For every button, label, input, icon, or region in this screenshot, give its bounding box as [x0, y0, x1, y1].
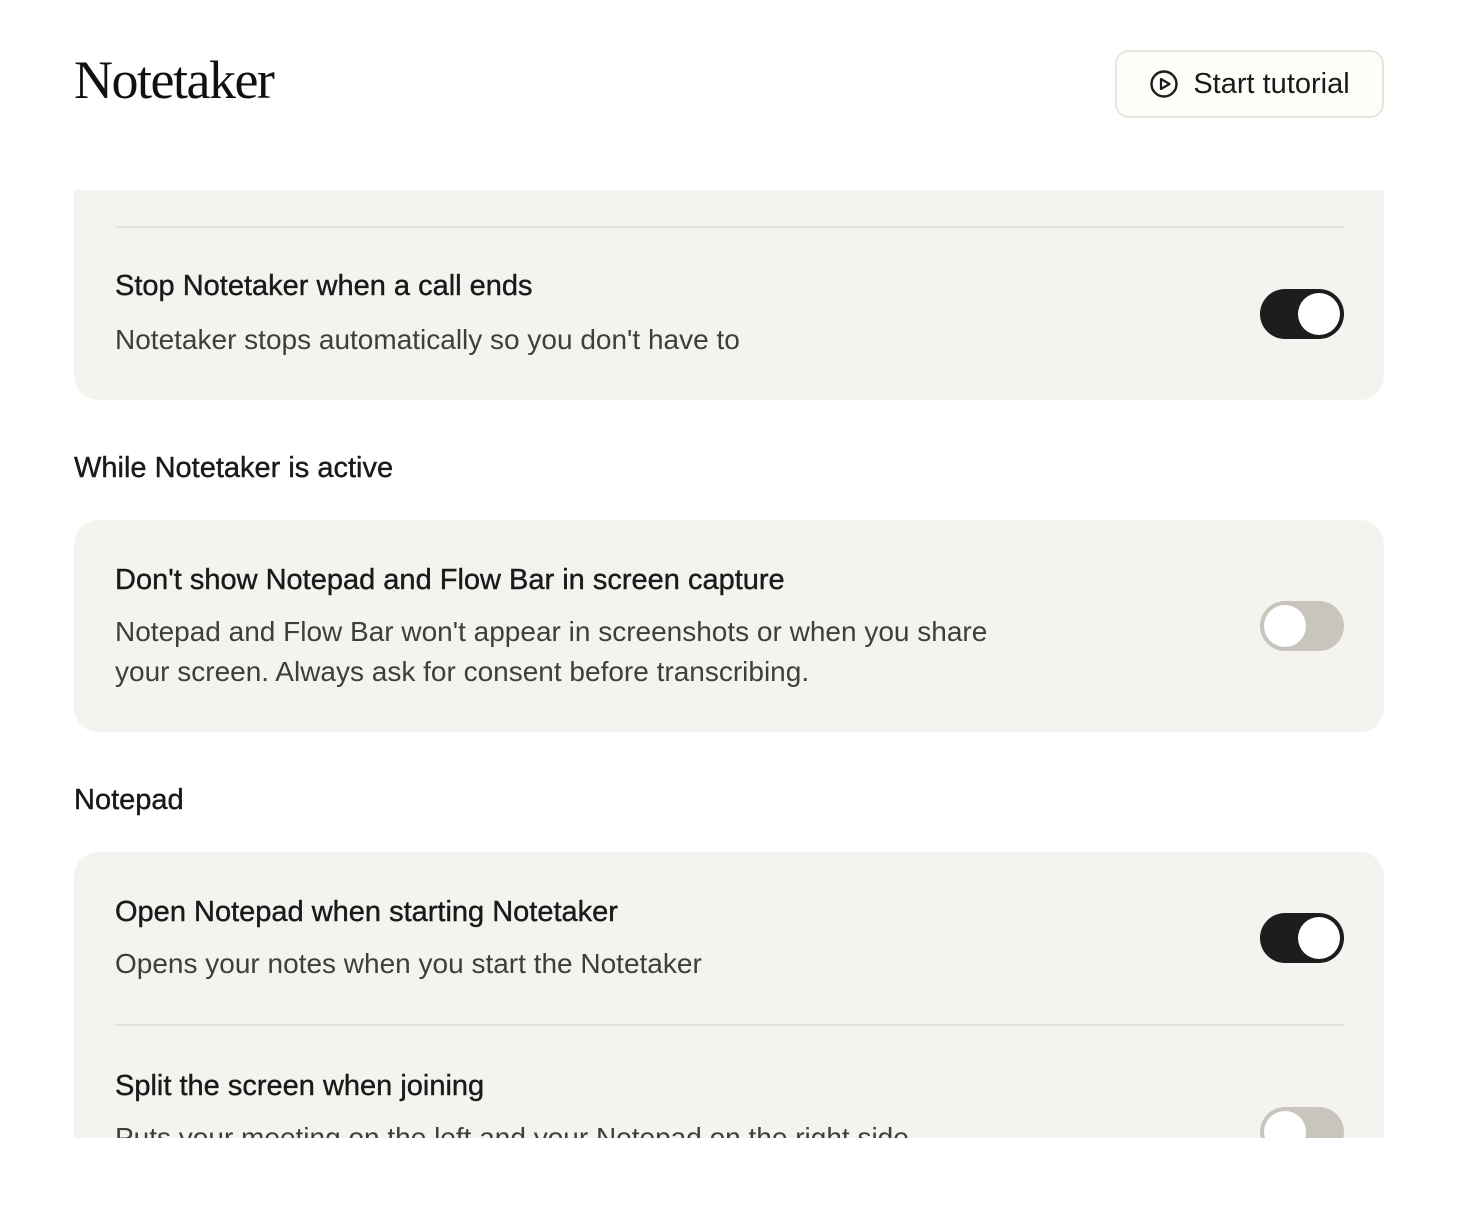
split-screen-title: Split the screen when joining: [115, 1070, 485, 1102]
toggle-knob: [1298, 917, 1340, 959]
while-active-card: Don't show Notepad and Flow Bar in scree…: [74, 520, 1384, 732]
open-notepad-description: Opens your notes when you start the Note…: [115, 948, 702, 979]
stop-on-call-end-toggle[interactable]: [1260, 289, 1344, 339]
play-circle-icon: [1149, 69, 1179, 99]
section-heading-while-active: While Notetaker is active: [74, 452, 394, 484]
start-tutorial-label: Start tutorial: [1193, 67, 1350, 100]
stop-on-call-end-title: Stop Notetaker when a call ends: [115, 270, 533, 302]
section-heading-notepad: Notepad: [74, 784, 184, 816]
divider: [115, 226, 1344, 228]
open-notepad-title: Open Notepad when starting Notetaker: [115, 896, 618, 928]
settings-scroll-area[interactable]: Stop Notetaker when a call ends Notetake…: [74, 190, 1384, 1138]
start-tutorial-button[interactable]: Start tutorial: [1115, 50, 1384, 118]
hide-in-screen-capture-description: Notepad and Flow Bar won't appear in scr…: [115, 616, 988, 687]
general-settings-card: Stop Notetaker when a call ends Notetake…: [74, 190, 1384, 400]
split-screen-toggle[interactable]: [1260, 1107, 1344, 1138]
hide-in-screen-capture-title: Don't show Notepad and Flow Bar in scree…: [115, 564, 785, 596]
toggle-knob: [1298, 293, 1340, 335]
notepad-card: Open Notepad when starting Notetaker Ope…: [74, 852, 1384, 1138]
page-title: Notetaker: [74, 50, 275, 110]
stop-on-call-end-description: Notetaker stops automatically so you don…: [115, 324, 740, 355]
split-screen-description: Puts your meeting on the left and your N…: [115, 1122, 909, 1138]
toggle-knob: [1264, 605, 1306, 647]
hide-in-screen-capture-toggle[interactable]: [1260, 601, 1344, 651]
toggle-knob: [1264, 1111, 1306, 1138]
divider: [115, 1024, 1344, 1026]
open-notepad-toggle[interactable]: [1260, 913, 1344, 963]
